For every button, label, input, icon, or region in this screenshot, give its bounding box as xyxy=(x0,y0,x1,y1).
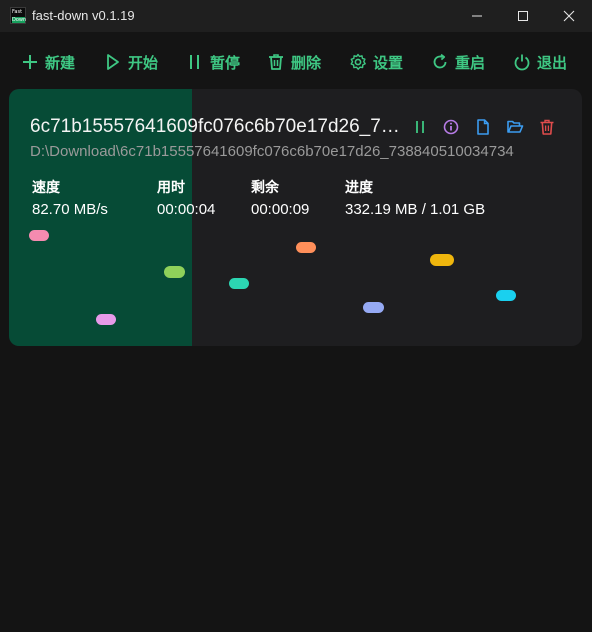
app-window: Fast Down fast-down v0.1.19 新建 开始 暂停 删除 … xyxy=(0,0,592,632)
delete-label: 删除 xyxy=(291,53,322,72)
minimize-icon xyxy=(472,15,482,17)
start-button[interactable]: 开始 xyxy=(104,50,158,74)
app-logo-icon: Fast Down xyxy=(10,7,26,24)
decorative-blob xyxy=(96,314,116,325)
start-label: 开始 xyxy=(128,53,159,72)
exit-button[interactable]: 退出 xyxy=(513,50,567,74)
delete-button[interactable]: 删除 xyxy=(267,50,321,74)
decorative-blob xyxy=(430,254,454,266)
gear-icon xyxy=(350,53,366,70)
play-icon xyxy=(107,54,119,70)
task-pause-icon[interactable] xyxy=(411,118,429,136)
pause-button[interactable]: 暂停 xyxy=(186,50,240,74)
remaining-value: 00:00:09 xyxy=(251,201,310,218)
plus-icon xyxy=(23,55,37,69)
restart-label: 重启 xyxy=(455,53,486,72)
close-button[interactable] xyxy=(546,0,592,32)
refresh-icon xyxy=(433,53,447,69)
toolbar: 新建 开始 暂停 删除 设置 重启 退出 xyxy=(0,32,592,88)
task-info-icon[interactable] xyxy=(442,118,460,136)
pause-label: 暂停 xyxy=(210,53,241,72)
minimize-button[interactable] xyxy=(454,0,500,32)
decorative-blob xyxy=(164,266,185,278)
trash-icon xyxy=(269,54,283,70)
elapsed-label: 用时 xyxy=(157,180,185,196)
power-icon xyxy=(514,54,530,71)
download-task-card[interactable]: 6c71b15557641609fc076c6b70e17d26_7388405… xyxy=(9,89,582,346)
file-name: 6c71b15557641609fc076c6b70e17d26_7388405… xyxy=(30,116,400,137)
logo-text-top: Fast xyxy=(12,9,23,15)
exit-label: 退出 xyxy=(537,53,568,72)
speed-value: 82.70 MB/s xyxy=(32,201,108,218)
elapsed-value: 00:00:04 xyxy=(157,201,216,218)
task-trash-icon[interactable] xyxy=(538,118,556,136)
progress-label: 进度 xyxy=(345,180,373,196)
new-button[interactable]: 新建 xyxy=(21,50,75,74)
task-folder-open-icon[interactable] xyxy=(506,118,524,136)
decorative-blob xyxy=(363,302,384,313)
close-icon xyxy=(563,10,575,22)
progress-value: 332.19 MB / 1.01 GB xyxy=(345,201,486,218)
pause-icon xyxy=(190,55,199,69)
maximize-icon xyxy=(518,11,528,21)
remaining-label: 剩余 xyxy=(251,180,279,196)
speed-label: 速度 xyxy=(32,180,60,196)
new-label: 新建 xyxy=(45,53,76,72)
file-path: D:\Download\6c71b15557641609fc076c6b70e1… xyxy=(30,143,514,160)
decorative-blob xyxy=(229,278,249,289)
title-bar: Fast Down fast-down v0.1.19 xyxy=(0,0,592,32)
window-title: fast-down v0.1.19 xyxy=(32,8,135,23)
settings-button[interactable]: 设置 xyxy=(349,50,403,74)
settings-label: 设置 xyxy=(373,53,404,72)
restart-button[interactable]: 重启 xyxy=(431,50,485,74)
decorative-blob xyxy=(29,230,49,241)
task-file-icon[interactable] xyxy=(474,118,492,136)
decorative-blob xyxy=(496,290,516,301)
decorative-blob xyxy=(296,242,316,253)
logo-text-bottom: Down xyxy=(12,17,27,23)
maximize-button[interactable] xyxy=(500,0,546,32)
